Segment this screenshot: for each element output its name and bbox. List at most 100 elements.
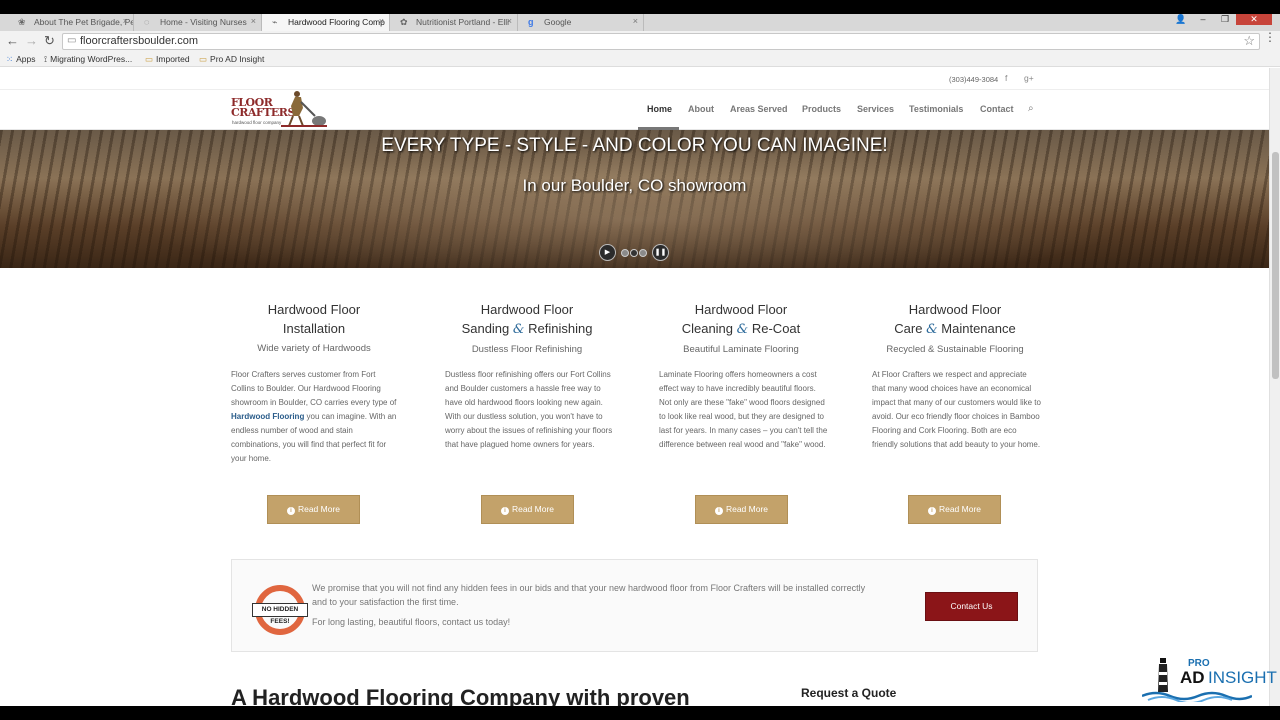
ampersand: &: [512, 322, 525, 337]
bookmarks-bar: ⁙ Apps ⟟ Migrating WordPres... ▭ Imported ▭…: [0, 52, 1280, 67]
tab-title: Home - Visiting Nurses: [160, 17, 247, 27]
star-icon[interactable]: ☆: [1243, 33, 1255, 49]
service-body-care: At Floor Crafters we respect and appreci…: [872, 368, 1042, 452]
leaf-icon: ✿: [400, 17, 408, 27]
minimize-icon[interactable]: –: [1192, 14, 1214, 24]
service-title: Hardwood Floor Care & Maintenance: [855, 300, 1055, 339]
title-part: Maintenance: [941, 321, 1016, 336]
title-part: Re-Coat: [751, 321, 801, 336]
hardwood-flooring-link[interactable]: Hardwood Flooring: [231, 412, 304, 421]
url-text: floorcraftersboulder.com: [80, 35, 198, 47]
title-part: Care: [894, 321, 923, 336]
window-titlebar: [0, 0, 1280, 14]
floor-icon: ⌁: [272, 17, 278, 27]
search-icon[interactable]: ⌕: [1028, 103, 1034, 114]
menu-icon[interactable]: ⋮: [1264, 31, 1276, 43]
service-subtitle: Wide variety of Hardwoods: [257, 343, 371, 354]
read-more-care-button[interactable]: i Read More: [908, 495, 1001, 524]
watermark-insight: INSIGHT: [1208, 668, 1277, 687]
body-text: Dustless floor refinishing offers our Fo…: [445, 370, 613, 449]
tab-visiting-nurses[interactable]: ◌ Home - Visiting Nurses ×: [134, 14, 262, 31]
close-tab-icon[interactable]: ×: [379, 16, 384, 26]
nav-areas-served[interactable]: Areas Served: [730, 104, 788, 114]
promise-text: We promise that you will not find any hi…: [312, 583, 866, 607]
title-part: Sanding: [461, 321, 510, 336]
tab-pet-brigade[interactable]: ❀ About The Pet Brigade, Pe ×: [8, 14, 134, 31]
close-tab-icon[interactable]: ×: [507, 16, 512, 26]
tab-title: About The Pet Brigade, Pe: [34, 17, 134, 27]
nav-about[interactable]: About: [688, 104, 714, 114]
ampersand: &: [926, 322, 938, 337]
service-title-line1: Hardwood Floor: [480, 302, 574, 317]
wordpress-icon: ⟟: [44, 54, 48, 64]
restore-icon[interactable]: ❐: [1214, 14, 1236, 25]
bookmark-label: Pro AD Insight: [210, 54, 265, 64]
service-body-cleaning: Laminate Flooring offers homeowners a co…: [659, 368, 829, 452]
nav-testimonials[interactable]: Testimonials: [909, 104, 963, 114]
tab-title: Google: [544, 17, 572, 27]
body-text: Floor Crafters serves customer from Fort…: [231, 370, 397, 407]
tab-nutritionist[interactable]: ✿ Nutritionist Portland - Elli ×: [390, 14, 518, 31]
tab-google[interactable]: g Google ×: [518, 14, 644, 31]
nav-home[interactable]: Home: [647, 104, 672, 114]
ampersand: &: [736, 322, 749, 337]
slide-dot-1[interactable]: [621, 249, 629, 257]
service-subtitle: Beautiful Laminate Flooring: [683, 344, 799, 355]
button-label: Read More: [511, 504, 555, 514]
body-text: Laminate Flooring offers homeowners a co…: [659, 370, 828, 449]
user-icon[interactable]: 👤: [1170, 14, 1192, 25]
button-label: Read More: [725, 504, 769, 514]
info-icon: i: [714, 507, 723, 515]
google-plus-icon[interactable]: g+: [1024, 73, 1034, 83]
slide-dot-2[interactable]: [630, 249, 638, 257]
contact-us-button[interactable]: Contact Us: [925, 592, 1018, 621]
bookmark-migrating-wordpress[interactable]: ⟟ Migrating WordPres...: [44, 54, 132, 65]
bookmark-apps[interactable]: ⁙ Apps: [6, 54, 36, 65]
back-arrow-icon[interactable]: ←: [6, 33, 19, 48]
service-installation: Hardwood Floor Installation Wide variety…: [214, 300, 414, 354]
lighthouse-icon: [1158, 658, 1168, 692]
bookmark-pro-ad-insight[interactable]: ▭ Pro AD Insight: [199, 54, 264, 65]
service-title-line1: Hardwood Floor: [908, 302, 1002, 317]
tab-hardwood-flooring[interactable]: ⌁ Hardwood Flooring Comp ×: [262, 14, 390, 31]
nav-contact[interactable]: Contact: [980, 104, 1014, 114]
wave-icon: [1142, 691, 1252, 702]
badge-text: NO HIDDEN FEES!: [252, 603, 308, 625]
forward-arrow-icon[interactable]: →: [25, 33, 38, 48]
page-scrollbar[interactable]: [1269, 68, 1280, 712]
service-subtitle: Dustless Floor Refinishing: [471, 344, 583, 355]
bookmark-imported[interactable]: ▭ Imported: [145, 54, 190, 65]
phone-number: (303)449-3084: [949, 75, 999, 84]
scrollbar-thumb[interactable]: [1272, 152, 1279, 379]
close-tab-icon[interactable]: ×: [251, 16, 256, 26]
nav-services[interactable]: Services: [857, 104, 894, 114]
reload-icon[interactable]: ↻: [44, 33, 55, 49]
service-cleaning: Hardwood Floor Cleaning & Re-Coat Beauti…: [641, 300, 841, 355]
tab-title: Nutritionist Portland - Elli: [416, 17, 510, 27]
info-icon: i: [927, 507, 936, 515]
slide-dot-3[interactable]: [639, 249, 647, 257]
read-more-installation-button[interactable]: i Read More: [267, 495, 360, 524]
read-more-sanding-button[interactable]: i Read More: [481, 495, 574, 524]
site-logo[interactable]: FLOOR CRAFTERS hardwood floor company: [231, 90, 327, 128]
apps-grid-icon: ⁙: [6, 54, 14, 64]
service-title-line1: Hardwood Floor: [267, 302, 361, 317]
title-part: Refinishing: [528, 321, 593, 336]
pro-ad-insight-watermark: PRO AD INSIGHT: [1140, 654, 1280, 706]
play-icon[interactable]: ▶: [599, 244, 616, 261]
no-hidden-fees-badge: NO HIDDEN FEES!: [252, 585, 308, 635]
pause-icon[interactable]: ❚❚: [652, 244, 669, 261]
hero-slider: EVERY TYPE - STYLE - AND COLOR YOU CAN I…: [0, 130, 1269, 268]
folder-icon: ▭: [145, 54, 154, 64]
service-title: Hardwood Floor Cleaning & Re-Coat: [641, 300, 841, 339]
read-more-cleaning-button[interactable]: i Read More: [695, 495, 788, 524]
address-bar[interactable]: ▭ floorcraftersboulder.com ☆: [62, 33, 1260, 50]
close-tab-icon[interactable]: ×: [123, 16, 128, 26]
tab-strip: ❀ About The Pet Brigade, Pe × ◌ Home - V…: [0, 14, 1280, 31]
nav-products[interactable]: Products: [802, 104, 841, 114]
close-window-icon[interactable]: ✕: [1236, 14, 1272, 25]
facebook-icon[interactable]: f: [1005, 73, 1007, 83]
service-title: Hardwood Floor Sanding & Refinishing: [427, 300, 627, 339]
close-tab-icon[interactable]: ×: [633, 16, 638, 26]
logo-tagline: hardwood floor company: [232, 120, 282, 125]
